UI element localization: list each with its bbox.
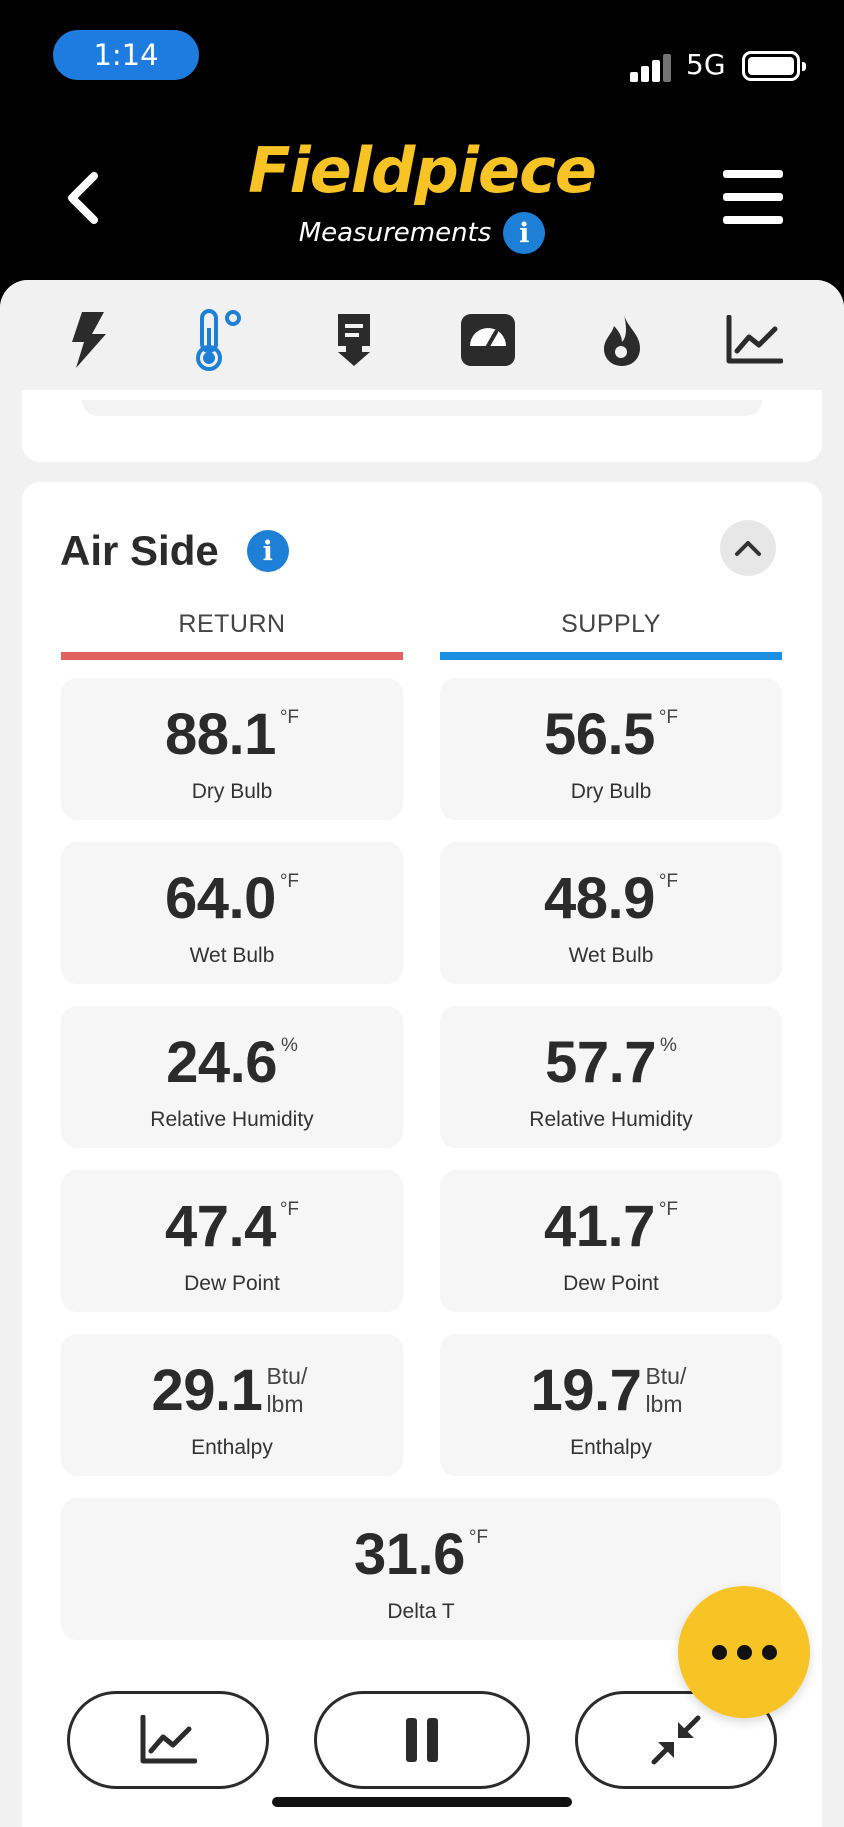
trend-chart-icon (726, 315, 783, 364)
measurement-label: Relative Humidity (529, 1108, 693, 1131)
measurement-unit: % (280, 1035, 298, 1056)
more-options-button[interactable] (678, 1586, 810, 1718)
measurement-value: 24.6 (166, 1030, 277, 1095)
measurement-label: Relative Humidity (150, 1108, 314, 1131)
section-title: Air Side (60, 527, 219, 574)
measurement-label: Enthalpy (570, 1436, 652, 1459)
brand-logo: Fieldpiece (248, 134, 597, 207)
measurement-label: Dry Bulb (191, 780, 273, 803)
return-dew-point-tile[interactable]: 47.4 °F Dew Point (61, 1170, 403, 1312)
chevron-up-icon (735, 541, 761, 556)
pause-icon (406, 1718, 438, 1762)
supply-dew-point-tile[interactable]: 41.7 °F Dew Point (440, 1170, 782, 1312)
lightning-icon (72, 312, 106, 368)
status-time: 1:14 (53, 30, 199, 80)
return-wet-bulb-tile[interactable]: 64.0 °F Wet Bulb (61, 842, 403, 984)
trends-button[interactable] (67, 1691, 269, 1789)
battery-icon (742, 51, 806, 81)
measurement-value: 64.0 (164, 866, 276, 931)
measurement-value: 31.6 (353, 1522, 465, 1587)
measurement-value: 48.9 (543, 866, 655, 931)
tab-electrical[interactable] (56, 308, 120, 372)
measurement-label: Wet Bulb (568, 944, 654, 967)
tab-combustion[interactable] (590, 308, 654, 372)
return-dry-bulb-tile[interactable]: 88.1 °F Dry Bulb (61, 678, 403, 820)
measurement-value: 47.4 (164, 1194, 276, 1259)
measurement-unit: °F (279, 1199, 300, 1220)
status-bar: 1:14 5G (0, 0, 844, 130)
page-subtitle-row: Measurements i (0, 212, 844, 254)
flame-icon (604, 314, 640, 366)
measurement-unit: °F (468, 1527, 489, 1548)
supply-wet-bulb-tile[interactable]: 48.9 °F Wet Bulb (440, 842, 782, 984)
tab-trends[interactable] (722, 308, 786, 372)
gauge-icon (461, 314, 515, 366)
trend-chart-icon (140, 1715, 197, 1764)
measurement-unit: °F (658, 871, 679, 892)
measurement-label: Delta T (387, 1600, 455, 1623)
page-subtitle: Measurements (298, 218, 492, 248)
measurement-label: Wet Bulb (189, 944, 275, 967)
measurement-value: 57.7 (545, 1030, 656, 1095)
measurement-value: 41.7 (543, 1194, 655, 1259)
hamburger-menu-icon (723, 170, 783, 178)
network-label: 5G (686, 48, 726, 81)
collapse-arrows-icon (651, 1715, 701, 1765)
measurement-unit: Btu/ lbm (645, 1363, 687, 1417)
measurement-value: 19.7 (530, 1358, 642, 1423)
supply-enthalpy-tile[interactable]: 19.7 Btu/ lbm Enthalpy (440, 1334, 782, 1476)
measurement-unit: °F (279, 707, 300, 728)
supply-dry-bulb-tile[interactable]: 56.5 °F Dry Bulb (440, 678, 782, 820)
menu-button[interactable] (723, 170, 783, 224)
measurement-value: 56.5 (543, 702, 655, 767)
measurement-unit: % (659, 1035, 677, 1056)
measurement-unit: °F (658, 707, 679, 728)
return-column-header: RETURN (178, 610, 286, 638)
info-icon[interactable]: i (503, 212, 546, 254)
measurement-label: Dew Point (563, 1272, 659, 1295)
supply-color-bar (440, 652, 782, 660)
tab-download[interactable] (322, 308, 386, 372)
supply-relative-humidity-tile[interactable]: 57.7% Relative Humidity (440, 1006, 782, 1148)
download-tag-icon (338, 314, 370, 366)
info-icon[interactable]: i (246, 530, 289, 572)
measurement-value: 88.1 (164, 702, 276, 767)
measurement-unit: Btu/ lbm (266, 1363, 308, 1417)
pause-button[interactable] (314, 1691, 530, 1789)
category-tabbar (0, 280, 844, 390)
thermometer-icon (196, 309, 241, 371)
measurement-value: 29.1 (151, 1358, 263, 1423)
measurement-label: Enthalpy (191, 1436, 273, 1459)
more-dots-icon (711, 1644, 727, 1660)
delta-t-tile[interactable]: 31.6 °F Delta T (61, 1498, 781, 1640)
measurement-label: Dry Bulb (570, 780, 652, 803)
supply-column-header: SUPPLY (561, 610, 661, 638)
signal-icon (630, 52, 672, 82)
return-enthalpy-tile[interactable]: 29.1 Btu/ lbm Enthalpy (61, 1334, 403, 1476)
home-indicator (272, 1797, 572, 1807)
measurement-unit: °F (279, 871, 300, 892)
measurement-label: Dew Point (184, 1272, 280, 1295)
tab-gauge[interactable] (456, 308, 520, 372)
return-relative-humidity-tile[interactable]: 24.6% Relative Humidity (61, 1006, 403, 1148)
return-color-bar (61, 652, 403, 660)
measurement-unit: °F (658, 1199, 679, 1220)
collapse-button[interactable] (720, 520, 776, 576)
tab-temperature[interactable] (187, 308, 251, 372)
air-side-header: Air Side i (60, 527, 289, 575)
